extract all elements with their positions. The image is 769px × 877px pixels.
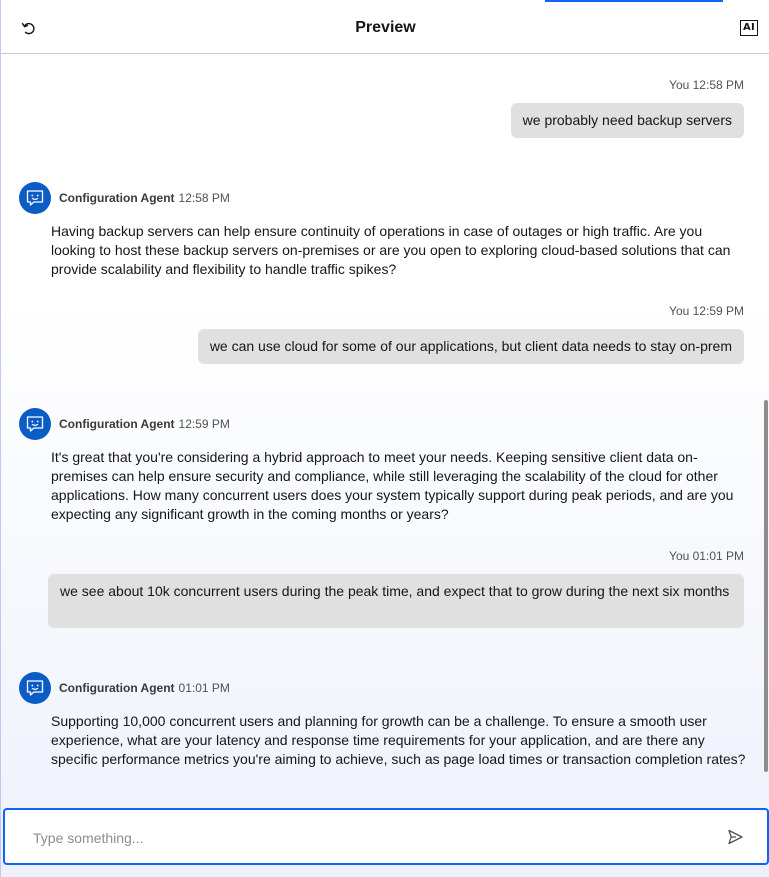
message-input[interactable]	[31, 827, 695, 849]
scrollbar[interactable]	[762, 55, 769, 807]
user-message-meta: You 12:58 PM	[669, 78, 744, 92]
user-message-meta: You 01:01 PM	[669, 549, 744, 563]
agent-avatar	[19, 182, 51, 214]
agent-avatar	[19, 408, 51, 440]
ai-badge[interactable]: AI	[740, 20, 758, 36]
user-message-bubble: we see about 10k concurrent users during…	[48, 574, 744, 628]
agent-message-meta: Configuration Agent 01:01 PM	[59, 681, 230, 695]
agent-timestamp: 12:58 PM	[178, 191, 230, 205]
user-message-bubble: we probably need backup servers	[510, 103, 744, 138]
agent-message-text: It's great that you're considering a hyb…	[51, 449, 734, 522]
chat-bot-icon	[26, 190, 44, 206]
send-icon[interactable]	[725, 827, 745, 847]
user-message-meta: You 12:59 PM	[669, 304, 744, 318]
agent-timestamp: 12:59 PM	[178, 417, 230, 431]
agent-message-meta: Configuration Agent 12:58 PM	[59, 191, 230, 205]
agent-message-text: Supporting 10,000 concurrent users and p…	[51, 713, 746, 767]
chat-preview-panel: Preview AI You 12:58 PM we probably need…	[0, 0, 769, 877]
chat-bot-icon	[26, 680, 44, 696]
preview-header: Preview AI	[1, 2, 769, 54]
chat-bot-icon	[26, 416, 44, 432]
page-title: Preview	[355, 19, 416, 36]
agent-avatar	[19, 672, 51, 704]
agent-name: Configuration Agent	[59, 681, 175, 695]
agent-timestamp: 01:01 PM	[178, 681, 230, 695]
agent-message-text: Having backup servers can help ensure co…	[51, 223, 731, 277]
agent-name: Configuration Agent	[59, 191, 175, 205]
scrollbar-thumb[interactable]	[764, 400, 768, 772]
agent-message-meta: Configuration Agent 12:59 PM	[59, 417, 230, 431]
message-composer	[3, 808, 769, 865]
user-message-bubble: we can use cloud for some of our applica…	[197, 329, 744, 364]
agent-name: Configuration Agent	[59, 417, 175, 431]
